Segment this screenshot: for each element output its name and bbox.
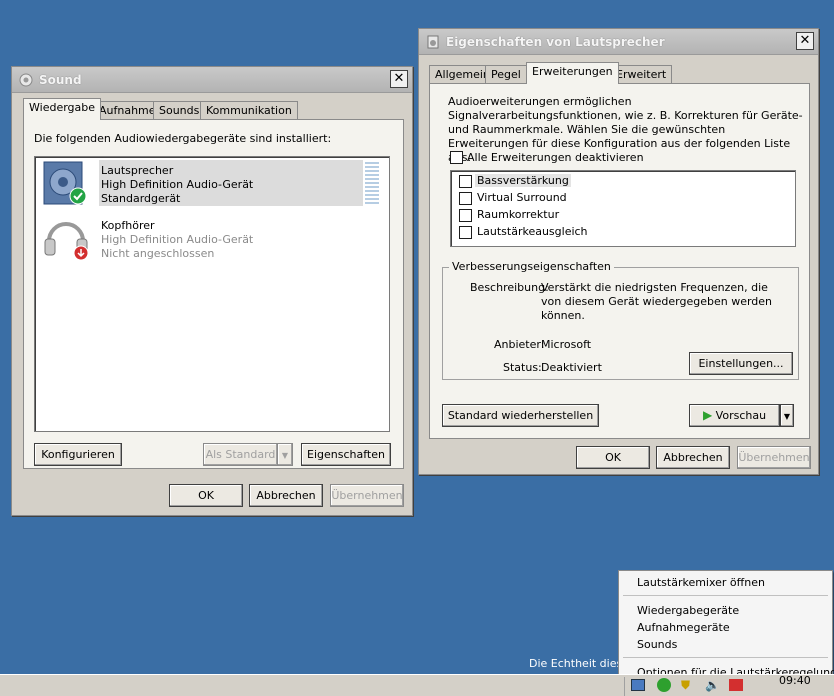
tab-pegel[interactable]: Pegel (485, 65, 527, 84)
tab-erweitert[interactable]: Erweitert (610, 65, 673, 84)
enhancement-label[interactable]: Virtual Surround (477, 191, 567, 204)
menu-item-sounds[interactable]: Sounds (637, 638, 677, 651)
security-icon[interactable] (657, 678, 671, 692)
device-name: Lautsprecher (101, 164, 174, 177)
device-list[interactable]: Lautsprecher High Definition Audio-Gerät… (34, 156, 390, 432)
configure-button[interactable]: Konfigurieren (34, 443, 122, 466)
chevron-down-icon: ▼ (281, 451, 289, 460)
volume-context-menu: Lautstärkemixer öffnen Wiedergabegeräte … (618, 570, 834, 682)
description-value: Verstärkt die niedrigsten Frequenzen, di… (541, 281, 773, 322)
enhancement-list[interactable]: Bassverstärkung Virtual Surround Raumkor… (450, 170, 796, 247)
menu-separator (623, 595, 828, 596)
enhancement-checkbox[interactable] (459, 175, 472, 188)
clock[interactable]: 09:40 (779, 674, 811, 687)
tab-erweiterungen[interactable]: Erweiterungen (526, 62, 619, 84)
enhancements-panel: Audioerweiterungen ermöglichen Signalver… (429, 83, 810, 439)
group-title: Verbesserungseigenschaften (449, 260, 614, 273)
tab-aufnahme[interactable]: Aufnahme (93, 101, 162, 120)
ok-button[interactable]: OK (576, 446, 650, 469)
disable-all-label: Alle Erweiterungen deaktivieren (467, 151, 644, 164)
chevron-down-icon: ▼ (783, 412, 791, 421)
properties-button[interactable]: Eigenschaften (301, 443, 391, 466)
device-status: Standardgerät (101, 192, 181, 205)
enhancement-properties-group: Verbesserungseigenschaften Beschreibung:… (442, 260, 799, 380)
preview-button[interactable]: ▶ Vorschau (689, 404, 780, 427)
level-meter (365, 162, 379, 204)
shield-icon[interactable]: ⛊ (681, 678, 690, 693)
properties-window: Eigenschaften von Lautsprecher ✕ Allgeme… (418, 28, 819, 475)
close-icon[interactable]: ✕ (390, 70, 408, 88)
network-error-icon[interactable] (729, 679, 743, 691)
device-desc: High Definition Audio-Gerät (101, 233, 254, 246)
speaker-icon (19, 73, 33, 87)
preview-dropdown[interactable]: ▼ (780, 404, 794, 427)
description-label: Beschreibung: (470, 281, 549, 294)
provider-value: Microsoft (541, 338, 592, 351)
cancel-button[interactable]: Abbrechen (249, 484, 323, 507)
enhancement-checkbox[interactable] (459, 209, 472, 222)
window-title: Eigenschaften von Lautsprecher (446, 35, 665, 49)
speaker-icon (427, 35, 439, 49)
tab-kommunikation[interactable]: Kommunikation (200, 101, 298, 120)
provider-label: Anbieter: (494, 338, 545, 351)
network-icon[interactable] (631, 679, 645, 691)
device-desc: High Definition Audio-Gerät (101, 178, 254, 191)
menu-separator (623, 657, 828, 658)
properties-titlebar[interactable]: Eigenschaften von Lautsprecher ✕ (419, 29, 818, 55)
volume-icon[interactable]: 🔈 (705, 678, 720, 692)
tab-wiedergabe[interactable]: Wiedergabe (23, 98, 102, 120)
device-name: Kopfhörer (101, 219, 155, 232)
playback-panel: Die folgenden Audiowiedergabegeräte sind… (23, 119, 404, 469)
taskbar: ⛊ 🔈 09:40 (0, 674, 834, 696)
enhancement-label[interactable]: Lautstärkeausgleich (477, 225, 588, 238)
tab-sounds[interactable]: Sounds (153, 101, 206, 120)
system-tray: ⛊ 🔈 09:40 (624, 674, 834, 696)
restore-defaults-button[interactable]: Standard wiederherstellen (442, 404, 599, 427)
menu-item-recording-devices[interactable]: Aufnahmegeräte (637, 621, 730, 634)
ok-button[interactable]: OK (169, 484, 243, 507)
status-label: Status: (503, 361, 542, 374)
settings-button[interactable]: Einstellungen... (689, 352, 793, 375)
status-value: Deaktiviert (541, 361, 602, 374)
device-item-lautsprecher[interactable]: Lautsprecher High Definition Audio-Gerät… (37, 160, 379, 208)
menu-item-playback-devices[interactable]: Wiedergabegeräte (637, 604, 739, 617)
sound-window: Sound ✕ Wiedergabe Aufnahme Sounds Kommu… (11, 66, 413, 516)
headphones-icon (44, 222, 89, 261)
enhancement-label[interactable]: Bassverstärkung (475, 174, 571, 187)
disable-all-checkbox[interactable] (450, 151, 463, 164)
apply-button[interactable]: Übernehmen (737, 446, 811, 469)
intro-text: Die folgenden Audiowiedergabegeräte sind… (34, 132, 332, 145)
enhancement-label[interactable]: Raumkorrektur (477, 208, 559, 221)
cancel-button[interactable]: Abbrechen (656, 446, 730, 469)
preview-label: Vorschau (715, 409, 767, 422)
close-icon[interactable]: ✕ (796, 32, 814, 50)
enhancement-checkbox[interactable] (459, 226, 472, 239)
set-default-dropdown[interactable]: ▼ (277, 443, 293, 466)
device-item-kopfhoerer[interactable]: Kopfhörer High Definition Audio-Gerät Ni… (37, 213, 377, 261)
enhancement-checkbox[interactable] (459, 192, 472, 205)
play-icon: ▶ (702, 408, 713, 422)
window-title: Sound (39, 73, 82, 87)
device-status: Nicht angeschlossen (101, 247, 215, 260)
sound-titlebar[interactable]: Sound ✕ (12, 67, 412, 93)
apply-button[interactable]: Übernehmen (330, 484, 404, 507)
menu-item-mixer[interactable]: Lautstärkemixer öffnen (637, 576, 765, 589)
speaker-device-icon (43, 161, 87, 205)
set-default-button[interactable]: Als Standard (203, 443, 277, 466)
